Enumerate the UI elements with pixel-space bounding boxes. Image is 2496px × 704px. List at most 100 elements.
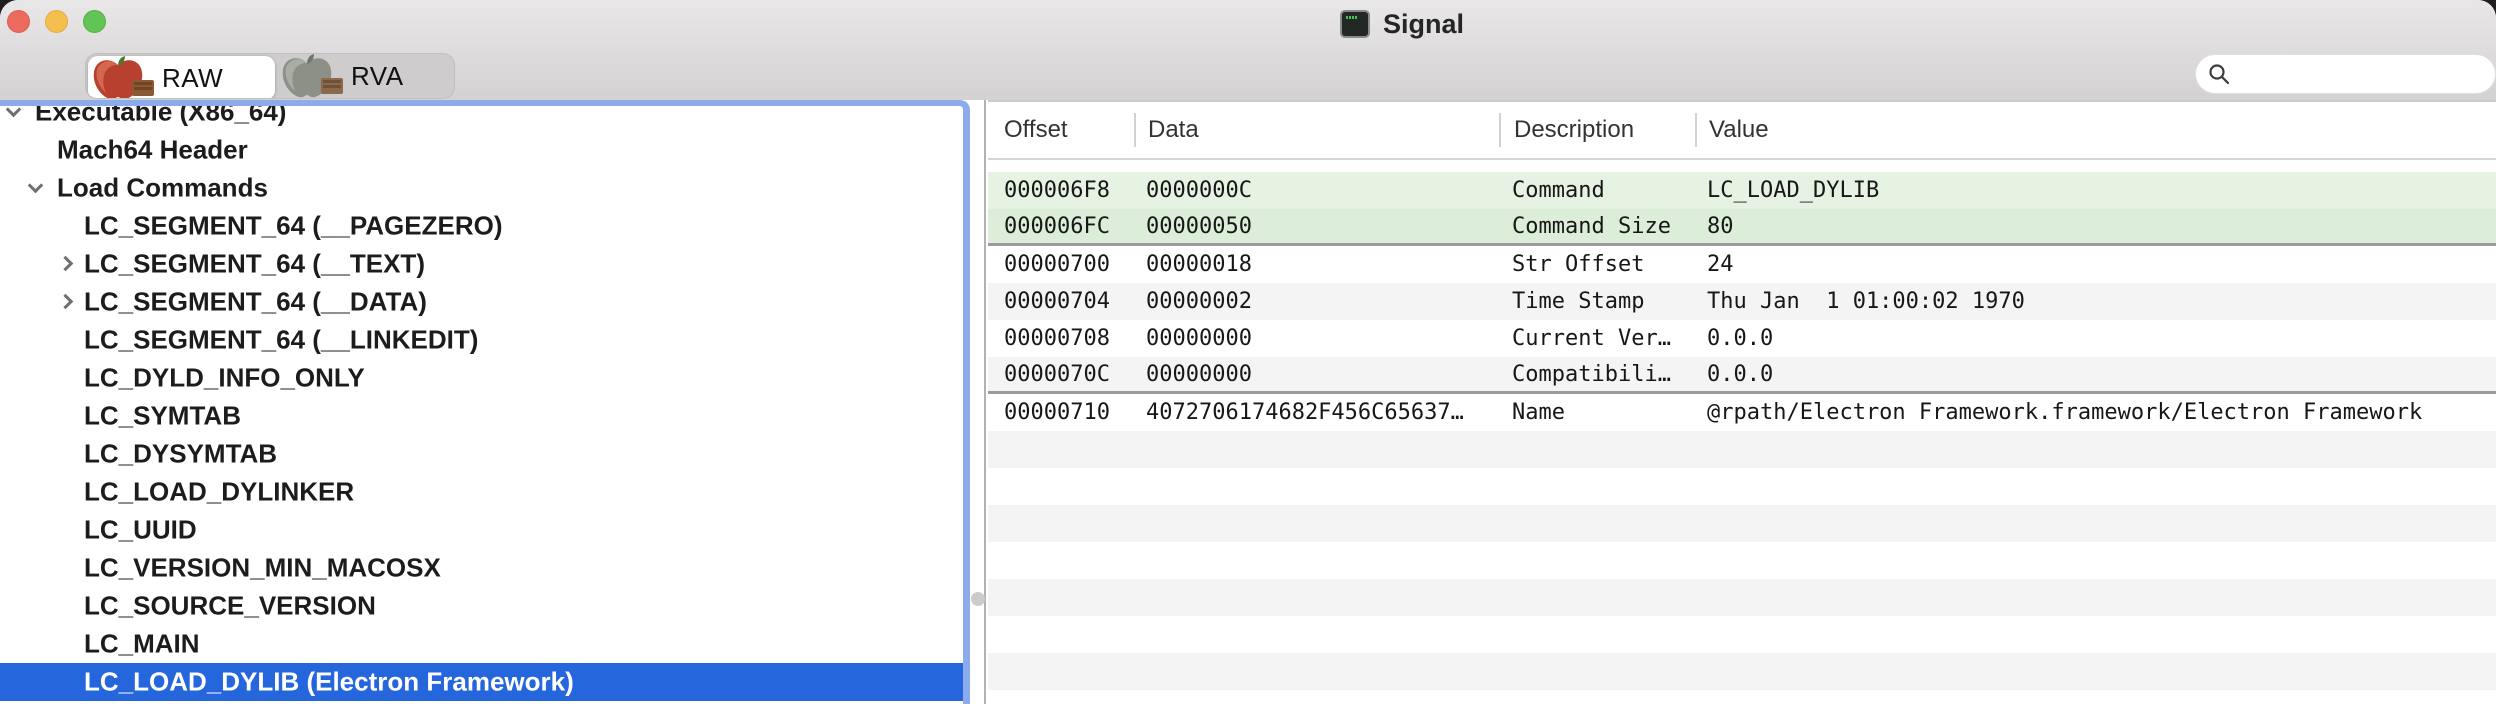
cell-offset: 0000070C (988, 362, 1134, 387)
table-row[interactable]: 0000070000000018Str Offset24 (988, 246, 2496, 283)
apple-gray-icon (277, 54, 351, 98)
structure-outline-pane: Executable (X86_64) Mach64 Header Load Com… (0, 100, 970, 704)
sidebar-item[interactable]: LC_SEGMENT_64 (__DATA) (0, 283, 963, 321)
detail-table-pane: Offset Data Description Value 000006F800… (988, 100, 2496, 704)
segment-rva-label: RVA (351, 61, 404, 92)
search-input[interactable] (2231, 60, 2495, 88)
table-filler-row (988, 579, 2496, 616)
table-filler-row (988, 505, 2496, 542)
sidebar-item[interactable]: LC_DYLD_INFO_ONLY (0, 359, 963, 397)
cell-offset: 000006F8 (988, 178, 1134, 203)
cell-data: 0000000C (1134, 178, 1499, 203)
sidebar-item[interactable]: LC_MAIN (0, 625, 963, 663)
sidebar-item-label: Executable (X86_64) (35, 100, 286, 128)
sidebar-item[interactable]: LC_SYMTAB (0, 397, 963, 435)
cell-value: Thu Jan 1 01:00:02 1970 (1695, 289, 2496, 314)
sidebar-item[interactable]: LC_VERSION_MIN_MACOSX (0, 549, 963, 587)
close-button[interactable] (7, 10, 30, 33)
sidebar-item[interactable]: LC_SOURCE_VERSION (0, 587, 963, 625)
table-filler-row (988, 431, 2496, 468)
window-title: Signal (1383, 9, 1464, 40)
cell-value: LC_LOAD_DYLIB (1695, 178, 2496, 203)
cell-description: Time Stamp (1499, 289, 1695, 314)
table-row[interactable]: 0000070C00000000Compatibili…0.0.0 (988, 357, 2496, 394)
machoview-window: Signal RAW (0, 0, 2496, 704)
sidebar-item-label: LC_DYSYMTAB (84, 439, 277, 470)
zoom-button[interactable] (83, 10, 106, 33)
window-title-group: Signal (1340, 5, 1464, 43)
cell-value: 24 (1695, 252, 2496, 277)
sidebar-item-label: LC_LOAD_DYLIB (Electron Framework) (84, 667, 574, 698)
table-filler-row (988, 653, 2496, 690)
chevron-right-icon[interactable] (58, 294, 74, 310)
table-filler-row (988, 542, 2496, 579)
sidebar-item[interactable]: LC_LOAD_DYLIB (Electron Framework) (0, 663, 963, 701)
cell-offset: 00000704 (988, 289, 1134, 314)
sidebar-item[interactable]: Load Commands (0, 169, 963, 207)
chevron-right-icon[interactable] (58, 256, 74, 272)
sidebar-item[interactable]: Executable (X86_64) (0, 100, 963, 131)
column-header-offset[interactable]: Offset (988, 113, 1134, 147)
table-row[interactable]: 000007104072706174682F456C65637…Name@rpa… (988, 394, 2496, 431)
sidebar-tree: Executable (X86_64) Mach64 Header Load Com… (0, 100, 963, 701)
sidebar-item-label: LC_SOURCE_VERSION (84, 591, 376, 622)
table-row[interactable]: 0000070400000002Time StampThu Jan 1 01:0… (988, 283, 2496, 320)
sidebar-item-label: LC_SEGMENT_64 (__TEXT) (84, 249, 425, 280)
sidebar-item[interactable]: LC_SEGMENT_64 (__LINKEDIT) (0, 321, 963, 359)
chevron-down-icon[interactable] (6, 102, 22, 118)
sidebar-item[interactable]: LC_UUID (0, 511, 963, 549)
minimize-button[interactable] (45, 10, 68, 33)
raw-rva-segmented-control: RAW RVA (85, 53, 455, 99)
cell-data: 00000000 (1134, 326, 1499, 351)
table-row[interactable]: 0000070800000000Current Ver…0.0.0 (988, 320, 2496, 357)
terminal-app-icon (1340, 10, 1370, 38)
sidebar-item-label: LC_SEGMENT_64 (__LINKEDIT) (84, 325, 478, 356)
sidebar-item[interactable]: LC_SEGMENT_64 (__TEXT) (0, 245, 963, 283)
column-header-description[interactable]: Description (1499, 113, 1695, 147)
cell-description: Command Size (1499, 214, 1695, 239)
table-header-row: Offset Data Description Value (988, 102, 2496, 160)
cell-value: 0.0.0 (1695, 362, 2496, 387)
sidebar-item-label: LC_VERSION_MIN_MACOSX (84, 553, 441, 584)
table-filler-row (988, 690, 2496, 704)
table-row[interactable]: 000006F80000000CCommandLC_LOAD_DYLIB (988, 172, 2496, 209)
pane-splitter[interactable] (970, 100, 986, 704)
sidebar-item[interactable]: LC_LOAD_DYLINKER (0, 473, 963, 511)
sidebar-item-label: LC_DYLD_INFO_ONLY (84, 363, 365, 394)
segment-rva[interactable]: RVA (277, 54, 454, 98)
cell-description: Name (1499, 400, 1695, 425)
cell-value: 0.0.0 (1695, 326, 2496, 351)
segment-raw[interactable]: RAW (88, 56, 275, 99)
toolbar-search-field[interactable] (2195, 54, 2496, 94)
cell-data: 4072706174682F456C65637… (1134, 400, 1499, 425)
traffic-lights (7, 10, 106, 33)
table-row[interactable]: 000006FC00000050Command Size80 (988, 209, 2496, 246)
cell-data: 00000050 (1134, 214, 1499, 239)
cell-description: Compatibili… (1499, 362, 1695, 387)
cell-data: 00000000 (1134, 362, 1499, 387)
sidebar-item-label: Mach64 Header (57, 135, 248, 166)
sidebar-item[interactable]: LC_SEGMENT_64 (__PAGEZERO) (0, 207, 963, 245)
cell-value: 80 (1695, 214, 2496, 239)
column-header-data[interactable]: Data (1134, 113, 1499, 147)
cell-offset: 00000708 (988, 326, 1134, 351)
segment-raw-label: RAW (162, 63, 223, 94)
cell-offset: 00000700 (988, 252, 1134, 277)
table-body: 000006F80000000CCommandLC_LOAD_DYLIB0000… (988, 172, 2496, 704)
sidebar-item-label: LC_UUID (84, 515, 197, 546)
cell-data: 00000018 (1134, 252, 1499, 277)
cell-offset: 00000710 (988, 400, 1134, 425)
cell-data: 00000002 (1134, 289, 1499, 314)
sidebar-item-label: LC_LOAD_DYLINKER (84, 477, 354, 508)
column-header-value[interactable]: Value (1695, 113, 2496, 147)
sidebar-item-label: Load Commands (57, 173, 268, 204)
table-filler-row (988, 468, 2496, 505)
sidebar-item-label: LC_SEGMENT_64 (__PAGEZERO) (84, 211, 503, 242)
chevron-down-icon[interactable] (28, 178, 44, 194)
cell-description: Current Ver… (1499, 326, 1695, 351)
title-bar: Signal RAW (0, 0, 2496, 100)
sidebar-item[interactable]: Mach64 Header (0, 131, 963, 169)
sidebar-item[interactable]: LC_DYSYMTAB (0, 435, 963, 473)
table-filler-row (988, 616, 2496, 653)
splitter-dimple-handle[interactable] (971, 592, 985, 606)
